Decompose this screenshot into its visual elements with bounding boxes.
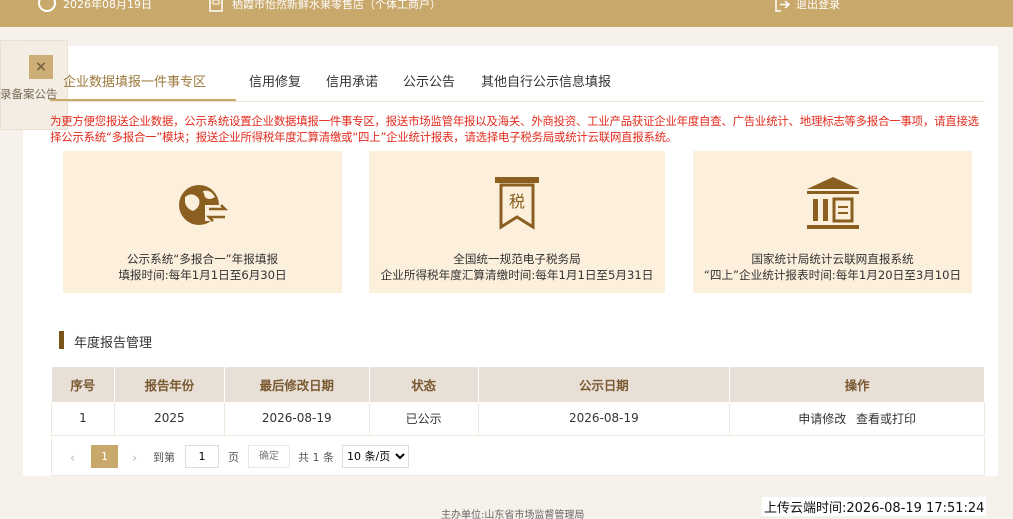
data-filing-notice: 为更方便您报送企业数据，公示系统设置企业数据填报一件事专区，报送市场监管年报以及… — [50, 114, 979, 144]
tab-enterprise-data[interactable]: 企业数据填报一件事专区 — [63, 74, 206, 102]
card-1-period: 填报时间:每年1月1日至6月30日 — [118, 268, 287, 282]
goto-label: 到第 — [153, 451, 175, 464]
cell-public-date: 2026-08-19 — [478, 402, 731, 436]
col-header-public-date: 公示日期 — [478, 367, 731, 402]
header-date: 2026年08月19日 — [63, 0, 152, 11]
tab-credit-promise[interactable]: 信用承诺 — [326, 74, 378, 102]
section-title: 年度报告管理 — [74, 336, 153, 351]
section-marker — [59, 331, 64, 349]
goto-page-input[interactable] — [185, 445, 219, 468]
apply-modify-link[interactable]: 申请修改 — [798, 412, 846, 426]
card-2-period: 企业所得税年度汇算清缴时间:每年1月1日至5月31日 — [380, 268, 654, 282]
view-print-link[interactable]: 查看或打印 — [856, 412, 916, 426]
current-page-button[interactable]: 1 — [91, 445, 118, 468]
tab-credit-repair[interactable]: 信用修复 — [249, 74, 301, 102]
page-size-select[interactable]: 10 条/页 — [342, 445, 409, 468]
card-2-title: 全国统一规范电子税务局 — [453, 252, 581, 266]
card-1-title: 公示系统“多报合一”年报填报 — [126, 252, 279, 266]
cell-no: 1 — [51, 402, 115, 436]
cell-year: 2025 — [114, 402, 225, 436]
logout-link[interactable]: 退出登录 — [796, 0, 840, 12]
table-header-row: 序号 报告年份 最后修改日期 状态 公示日期 操作 — [51, 367, 985, 402]
col-header-actions: 操作 — [729, 367, 985, 402]
active-tab-indicator — [50, 99, 236, 101]
card-3-period: “四上”企业统计报表时间:每年1月20日至3月10日 — [703, 268, 962, 282]
col-header-year: 报告年份 — [114, 367, 225, 402]
table-row: 1 2025 2026-08-19 已公示 2026-08-19 申请修改 查看… — [51, 402, 985, 436]
total-count: 共 1 条 — [298, 451, 334, 464]
pagination: ‹ 1 › 到第 页 确定 共 1 条 10 条/页 — [51, 438, 985, 476]
top-header-bar: 2026年08月19日 栖霞市怡然新鲜水果零售店（个体工商户） 退出登录 — [0, 0, 1013, 27]
prev-page-button[interactable]: ‹ — [70, 451, 75, 466]
card-e-tax[interactable]: 税 全国统一规范电子税务局 企业所得税年度汇算清缴时间:每年1月1日至5月31日 — [369, 151, 665, 293]
bank-building-icon — [806, 177, 859, 229]
card-3-title: 国家统计局统计云联网直报系统 — [751, 252, 914, 266]
next-page-button[interactable]: › — [132, 451, 137, 466]
card-statistics[interactable]: 国家统计局统计云联网直报系统 “四上”企业统计报表时间:每年1月20日至3月10… — [693, 151, 972, 293]
col-header-modified: 最后修改日期 — [224, 367, 370, 402]
shop-name: 栖霞市怡然新鲜水果零售店（个体工商户） — [232, 0, 441, 11]
goto-confirm-button[interactable]: 确定 — [248, 445, 290, 468]
card-multi-report[interactable]: 公示系统“多报合一”年报填报 填报时间:每年1月1日至6月30日 — [63, 151, 342, 293]
upload-time: 上传云端时间:2026-08-19 17:51:24 — [762, 497, 987, 516]
svg-text:税: 税 — [509, 192, 525, 211]
page-unit-label: 页 — [228, 451, 239, 464]
tab-other-disclosure[interactable]: 其他自行公示信息填报 — [481, 74, 611, 102]
store-icon — [209, 0, 223, 12]
tab-divider — [50, 101, 985, 102]
cell-modified: 2026-08-19 — [224, 402, 370, 436]
col-header-status: 状态 — [369, 367, 479, 402]
col-header-no: 序号 — [51, 367, 115, 402]
tax-badge-icon: 税 — [495, 177, 539, 230]
notice-close-button[interactable]: × — [29, 55, 53, 79]
globe-exchange-icon — [178, 185, 229, 225]
annual-report-table: 序号 报告年份 最后修改日期 状态 公示日期 操作 1 2025 2026-08… — [51, 367, 985, 436]
tab-public-notice[interactable]: 公示公告 — [403, 74, 455, 102]
cell-status: 已公示 — [369, 402, 479, 436]
cell-actions: 申请修改 查看或打印 — [729, 402, 985, 436]
logout-icon[interactable] — [774, 0, 791, 13]
notice-label[interactable]: 录备案公告 — [0, 86, 58, 102]
footer-host: 主办单位:山东省市场监督管理局 — [441, 510, 585, 519]
calendar-icon — [38, 0, 56, 12]
